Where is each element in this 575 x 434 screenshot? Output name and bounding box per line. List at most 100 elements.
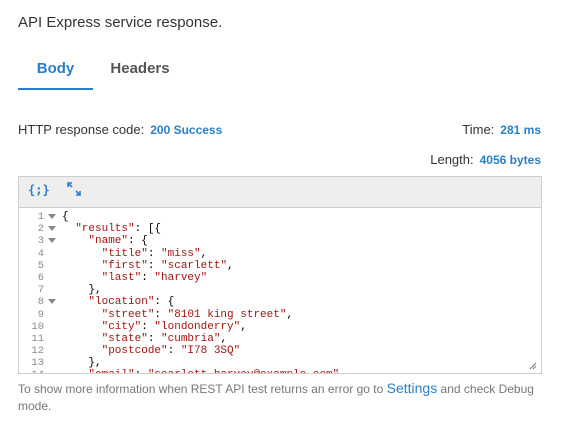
line-number: 14 [19, 369, 59, 373]
code-punctuation: }, [88, 284, 102, 297]
editor-toolbar: {;} [19, 177, 541, 208]
json-string: "harvey" [154, 271, 208, 284]
expand-icon[interactable] [67, 182, 81, 200]
json-key: "title" [101, 247, 148, 260]
line-number-text: 12 [31, 345, 44, 358]
line-number: 2 [19, 223, 59, 235]
code-punctuation: : { [154, 296, 175, 309]
json-key: "email" [88, 369, 134, 373]
format-json-icon[interactable]: {;} [28, 183, 50, 201]
line-number-text: 8 [37, 296, 44, 309]
line-number: 11 [19, 333, 59, 345]
line-number: 8 [19, 296, 59, 308]
response-tabs: Body Headers [18, 50, 558, 90]
code-line: "first": "scarlett", [62, 260, 346, 272]
json-key: "location" [88, 296, 155, 309]
json-key: "results" [75, 223, 135, 236]
code-punctuation: : [147, 332, 162, 345]
line-number-text: 4 [37, 247, 44, 260]
code-lines: { "results": [{ "name": { "title": "miss… [62, 211, 346, 373]
line-number-text: 5 [37, 259, 44, 272]
response-time-label: Time: [462, 122, 495, 137]
code-line: "location": { [62, 296, 346, 308]
hint-text-before: To show more information when REST API t… [18, 382, 387, 396]
line-number-text: 13 [31, 357, 44, 370]
response-code-value: 200 Success [150, 123, 223, 137]
code-punctuation: : [135, 369, 148, 373]
json-key: "first" [101, 259, 148, 272]
json-key: "city" [101, 320, 142, 333]
line-number: 7 [19, 284, 59, 296]
json-key: "street" [101, 308, 155, 321]
line-number: 9 [19, 309, 59, 321]
line-number-text: 3 [37, 235, 44, 248]
line-number-text: 2 [37, 223, 44, 236]
json-string: "cumbria" [161, 332, 221, 345]
json-string: "scarlett.harvey@example.com" [148, 369, 339, 373]
code-punctuation: : [154, 308, 168, 321]
json-string: "I78 3SQ" [180, 345, 241, 358]
code-punctuation: , [339, 369, 346, 373]
fold-arrow-icon[interactable] [48, 214, 56, 219]
line-number-text: 6 [37, 271, 44, 284]
response-time-value: 281 ms [500, 123, 541, 137]
code-punctuation: : [147, 247, 162, 260]
code-punctuation: { [62, 211, 69, 223]
code-line: "last": "harvey" [62, 272, 346, 284]
json-string: "miss" [161, 247, 201, 260]
line-number-text: 1 [37, 211, 44, 223]
code-punctuation: : [167, 345, 181, 358]
line-number: 6 [19, 272, 59, 284]
code-punctuation: : { [128, 235, 148, 248]
line-number: 10 [19, 321, 59, 333]
line-number-text: 10 [31, 320, 44, 333]
response-body-panel: {;} 1234567891011121314 { "results": [{ … [18, 176, 542, 374]
settings-link[interactable]: Settings [387, 380, 438, 396]
json-key: "state" [101, 332, 148, 345]
settings-hint: To show more information when REST API t… [18, 380, 548, 415]
code-punctuation: , [286, 308, 294, 321]
code-punctuation: : [147, 259, 162, 272]
code-line: "title": "miss", [62, 248, 346, 260]
response-code-label: HTTP response code: [18, 122, 145, 137]
response-length-label: Length: [430, 152, 474, 167]
intro-text: API Express service response. [18, 14, 223, 31]
code-punctuation: , [220, 332, 228, 345]
code-line: "results": [{ [62, 223, 346, 235]
response-length-value: 4056 bytes [479, 153, 541, 167]
line-number: 3 [19, 235, 59, 247]
line-number-text: 7 [37, 284, 44, 297]
code-punctuation: : [{ [134, 223, 162, 236]
code-punctuation: }, [88, 357, 102, 370]
response-time-row: Time: 281 ms [462, 122, 541, 137]
code-line: }, [62, 284, 346, 296]
tab-body[interactable]: Body [18, 50, 93, 90]
line-number-text: 9 [37, 308, 44, 321]
tab-headers[interactable]: Headers [98, 50, 182, 88]
fold-arrow-icon[interactable] [48, 238, 56, 244]
code-line: { [62, 211, 346, 223]
json-string: "scarlett" [161, 259, 228, 272]
fold-arrow-icon[interactable] [48, 299, 56, 305]
json-string: "londonderry" [154, 320, 241, 333]
json-key: "name" [88, 235, 129, 248]
response-code-row: HTTP response code: 200 Success [18, 122, 222, 137]
resize-handle-icon[interactable] [529, 362, 537, 370]
code-punctuation: : [141, 320, 155, 333]
code-punctuation: , [200, 247, 208, 260]
line-number-gutter: 1234567891011121314 [19, 211, 59, 373]
json-key: "postcode" [101, 345, 168, 358]
code-line: "email": "scarlett.harvey@example.com", [62, 369, 346, 373]
code-editor[interactable]: 1234567891011121314 { "results": [{ "nam… [19, 208, 541, 373]
line-number: 5 [19, 260, 59, 272]
code-line: "name": { [62, 235, 346, 247]
line-number: 13 [19, 357, 59, 369]
fold-arrow-icon[interactable] [48, 226, 56, 232]
code-punctuation: : [141, 271, 155, 284]
code-punctuation: , [227, 259, 234, 272]
response-length-row: Length: 4056 bytes [430, 152, 541, 167]
json-key: "last" [101, 271, 142, 284]
line-number: 4 [19, 248, 59, 260]
code-line: }, [62, 357, 346, 369]
json-string: "8101 king street" [167, 308, 287, 321]
